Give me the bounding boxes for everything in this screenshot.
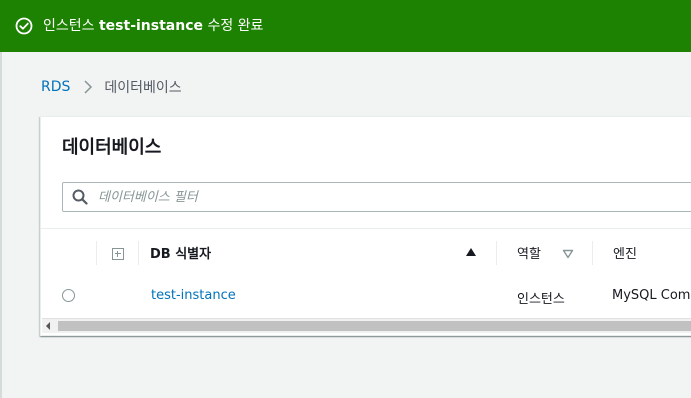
panel-title: 데이터베이스 [62, 137, 162, 158]
breadcrumb-current: 데이터베이스 [104, 80, 182, 96]
column-divider [496, 241, 497, 265]
column-divider [138, 241, 139, 265]
db-identifier-link[interactable]: test-instance [151, 288, 236, 303]
engine-cell: MySQL Comm [612, 288, 691, 303]
sort-descending-icon[interactable] [562, 249, 574, 259]
breadcrumb: RDS 데이터베이스 [41, 77, 182, 97]
databases-panel: 데이터베이스 DB 식별자 역할 엔진 test-instance 인스턴스 M… [40, 116, 691, 336]
filter-input[interactable] [98, 186, 688, 208]
table-header: DB 식별자 역할 엔진 [41, 228, 691, 278]
column-header-engine[interactable]: 엔진 [613, 243, 637, 262]
column-divider [592, 241, 593, 265]
row-select-radio[interactable] [62, 289, 75, 302]
success-flash-banner: 인스턴스 test-instance 수정 완료 [0, 0, 691, 52]
role-cell: 인스턴스 [517, 292, 565, 307]
table-row[interactable]: test-instance 인스턴스 MySQL Comm [41, 277, 691, 317]
flash-message: 인스턴스 test-instance 수정 완료 [43, 16, 263, 36]
scrollbar-thumb[interactable] [58, 321, 691, 331]
horizontal-scrollbar[interactable] [42, 318, 691, 333]
column-header-db-identifier[interactable]: DB 식별자 [150, 243, 211, 262]
breadcrumb-link-rds[interactable]: RDS [41, 79, 70, 95]
scroll-left-icon[interactable] [46, 322, 50, 330]
flash-instance-name: test-instance [98, 18, 204, 34]
column-divider [96, 241, 97, 265]
column-header-role[interactable]: 역할 [517, 243, 541, 262]
expand-all-icon[interactable] [112, 248, 124, 260]
flash-prefix: 인스턴스 [43, 18, 99, 34]
chevron-right-icon [84, 80, 93, 94]
search-icon [72, 189, 88, 205]
flash-suffix: 수정 완료 [203, 18, 264, 34]
database-filter[interactable] [62, 182, 691, 212]
check-circle-icon [15, 17, 33, 35]
sort-ascending-icon[interactable] [466, 248, 476, 256]
window-edge [0, 0, 2, 398]
